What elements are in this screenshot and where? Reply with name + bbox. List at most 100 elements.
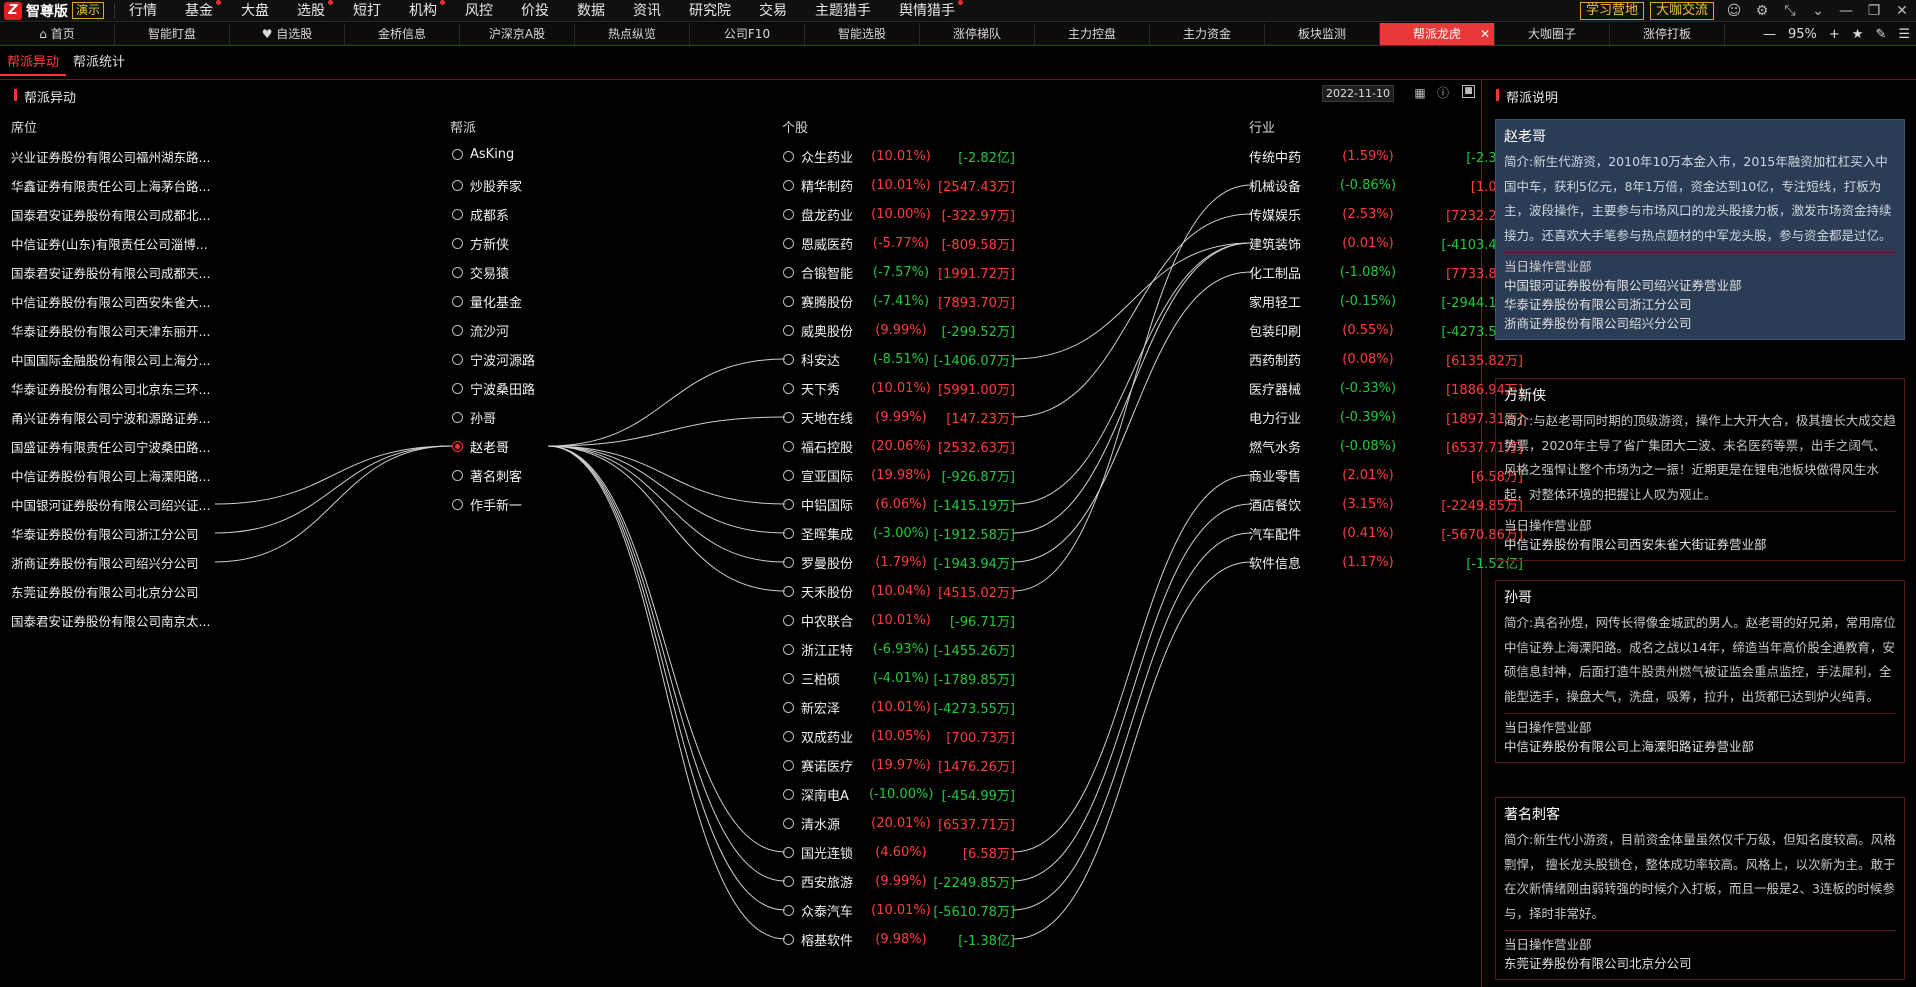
seat-item[interactable]: 中信证券股份有限公司上海溧阳路... bbox=[11, 466, 221, 485]
radio-icon[interactable] bbox=[783, 904, 794, 916]
radio-icon[interactable] bbox=[452, 354, 463, 365]
stock-item[interactable]: 天下秀 (10.01%) [5991.00万] bbox=[783, 379, 1015, 398]
menu-item[interactable]: 行情 bbox=[115, 3, 171, 19]
stock-item[interactable]: 恩威医药 (-5.77%) [-809.58万] bbox=[783, 234, 1015, 253]
radio-icon[interactable] bbox=[452, 412, 463, 423]
seat-item[interactable]: 甬兴证券有限公司宁波和源路证券... bbox=[11, 408, 221, 427]
industry-item[interactable]: 建筑装饰 (0.01%) [-4103.47万] bbox=[1249, 234, 1523, 253]
study-camp-button[interactable]: 学习营地 bbox=[1579, 2, 1644, 20]
radio-icon[interactable] bbox=[783, 614, 794, 626]
menu-item[interactable]: 价投 bbox=[507, 3, 563, 19]
date-picker[interactable]: 2022-11-10 bbox=[1322, 85, 1394, 102]
faction-item[interactable]: 方新侠 bbox=[452, 234, 509, 253]
tab-item[interactable]: 涨停梯队 bbox=[920, 23, 1035, 45]
industry-item[interactable]: 电力行业 (-0.39%) [1897.31万] bbox=[1249, 408, 1523, 427]
faction-item[interactable]: 流沙河 bbox=[452, 321, 509, 340]
edit-icon[interactable]: ✎ bbox=[1869, 27, 1892, 42]
stock-item[interactable]: 盘龙药业 (10.00%) [-322.97万] bbox=[783, 205, 1015, 224]
seat-item[interactable]: 中国银河证券股份有限公司绍兴证... bbox=[11, 495, 221, 514]
seat-item[interactable]: 浙商证券股份有限公司绍兴分公司 bbox=[11, 553, 221, 572]
tab-item[interactable]: 帮派龙虎 ✕ bbox=[1380, 23, 1495, 45]
radio-icon[interactable] bbox=[783, 846, 794, 858]
help-icon[interactable]: ⓘ bbox=[1435, 85, 1451, 101]
radio-icon[interactable] bbox=[783, 788, 794, 800]
industry-item[interactable]: 酒店餐饮 (3.15%) [-2249.85万] bbox=[1249, 495, 1523, 514]
radio-icon[interactable] bbox=[783, 469, 794, 481]
radio-icon[interactable] bbox=[783, 759, 794, 771]
stock-item[interactable]: 国光连锁 (4.60%) [6.58万] bbox=[783, 843, 1015, 862]
radio-icon[interactable] bbox=[452, 149, 463, 160]
stock-item[interactable]: 科安达 (-8.51%) [-1406.07万] bbox=[783, 350, 1015, 369]
tab-item[interactable]: 主力资金 bbox=[1150, 23, 1265, 45]
stock-item[interactable]: 西安旅游 (9.99%) [-2249.85万] bbox=[783, 872, 1015, 891]
radio-icon[interactable] bbox=[783, 875, 794, 887]
seat-item[interactable]: 东莞证券股份有限公司北京分公司 bbox=[11, 582, 221, 601]
menu-item[interactable]: 大盘 bbox=[227, 3, 283, 19]
stock-item[interactable]: 清水源 (20.01%) [6537.71万] bbox=[783, 814, 1015, 833]
menu-item[interactable]: 选股 bbox=[283, 0, 339, 19]
stock-item[interactable]: 赛腾股份 (-7.41%) [7893.70万] bbox=[783, 292, 1015, 311]
faction-item[interactable]: 孙哥 bbox=[452, 408, 496, 427]
radio-icon[interactable] bbox=[452, 383, 463, 394]
industry-item[interactable]: 商业零售 (2.01%) [6.58万] bbox=[1249, 466, 1523, 485]
tab-item[interactable]: 智能盯盘 bbox=[115, 23, 230, 45]
radio-icon[interactable] bbox=[783, 730, 794, 742]
stock-item[interactable]: 精华制药 (10.01%) [2547.43万] bbox=[783, 176, 1015, 195]
seat-item[interactable]: 华泰证券股份有限公司天津东丽开... bbox=[11, 321, 221, 340]
stock-item[interactable]: 福石控股 (20.06%) [2532.63万] bbox=[783, 437, 1015, 456]
radio-icon[interactable] bbox=[452, 470, 463, 481]
radio-icon[interactable] bbox=[783, 672, 794, 684]
stock-item[interactable]: 合锻智能 (-7.57%) [1991.72万] bbox=[783, 263, 1015, 282]
tab-close-icon[interactable]: ✕ bbox=[1480, 23, 1490, 45]
industry-item[interactable]: 燃气水务 (-0.08%) [6537.71万] bbox=[1249, 437, 1523, 456]
radio-icon[interactable] bbox=[783, 527, 794, 539]
settings-icon[interactable]: ⚙ bbox=[1748, 3, 1776, 19]
radio-icon[interactable] bbox=[452, 325, 463, 336]
menu-item[interactable]: 交易 bbox=[745, 3, 801, 19]
tab-item[interactable]: 金桥信息 bbox=[345, 23, 460, 45]
stock-item[interactable]: 榕基软件 (9.98%) [-1.38亿] bbox=[783, 930, 1015, 949]
radio-icon[interactable] bbox=[783, 643, 794, 655]
radio-icon[interactable] bbox=[783, 179, 794, 191]
stock-item[interactable]: 众生药业 (10.01%) [-2.82亿] bbox=[783, 147, 1015, 166]
faction-item[interactable]: 宁波桑田路 bbox=[452, 379, 535, 398]
radio-icon[interactable] bbox=[783, 382, 794, 394]
tab-item[interactable]: ♥ 自选股 bbox=[230, 23, 345, 45]
radio-icon[interactable] bbox=[783, 498, 794, 510]
calendar-icon[interactable]: ▦ bbox=[1412, 85, 1428, 101]
tab-item[interactable]: 智能选股 bbox=[805, 23, 920, 45]
star-icon[interactable]: ★ bbox=[1846, 27, 1870, 42]
faction-item[interactable]: 交易猿 bbox=[452, 263, 509, 282]
panel-toggle-icon[interactable]: ■ bbox=[1462, 85, 1475, 98]
stock-item[interactable]: 浙江正特 (-6.93%) [-1455.26万] bbox=[783, 640, 1015, 659]
radio-icon[interactable] bbox=[452, 441, 463, 452]
radio-icon[interactable] bbox=[783, 440, 794, 452]
industry-item[interactable]: 医疗器械 (-0.33%) [1886.94万] bbox=[1249, 379, 1523, 398]
stock-item[interactable]: 双成药业 (10.05%) [700.73万] bbox=[783, 727, 1015, 746]
faction-card[interactable]: 著名刺客 简介:新生代小游资，目前资金体量虽然仅千万级，但知名度较高。风格剽悍， … bbox=[1495, 797, 1905, 980]
faction-card[interactable]: 赵老哥 简介:新生代游资，2010年10万本金入市，2015年融资加杠杠买入中国中… bbox=[1495, 119, 1905, 340]
industry-item[interactable]: 传媒娱乐 (2.53%) [7232.21万] bbox=[1249, 205, 1523, 224]
industry-item[interactable]: 传统中药(1.59%)[-2.37亿] bbox=[1249, 147, 1523, 166]
radio-icon[interactable] bbox=[783, 237, 794, 249]
stock-item[interactable]: 三柏硕 (-4.01%) [-1789.85万] bbox=[783, 669, 1015, 688]
tab-item[interactable]: 涨停打板 bbox=[1610, 23, 1725, 45]
collapse-icon[interactable]: ⌄ bbox=[1804, 3, 1832, 19]
shrink-icon[interactable]: ⤡ bbox=[1776, 3, 1804, 19]
seat-item[interactable]: 国泰君安证券股份有限公司南京太... bbox=[11, 611, 221, 630]
seat-item[interactable]: 华泰证券股份有限公司浙江分公司 bbox=[11, 524, 221, 543]
seat-item[interactable]: 华泰证券股份有限公司北京东三环... bbox=[11, 379, 221, 398]
stock-item[interactable]: 宣亚国际 (19.98%) [-926.87万] bbox=[783, 466, 1015, 485]
seat-item[interactable]: 中国国际金融股份有限公司上海分... bbox=[11, 350, 221, 369]
radio-icon[interactable] bbox=[783, 353, 794, 365]
radio-icon[interactable] bbox=[452, 296, 463, 307]
tab-item[interactable]: 沪深京A股 bbox=[460, 23, 575, 45]
radio-icon[interactable] bbox=[783, 556, 794, 568]
radio-icon[interactable] bbox=[783, 411, 794, 423]
radio-icon[interactable] bbox=[452, 499, 463, 510]
radio-icon[interactable] bbox=[783, 150, 794, 162]
stock-item[interactable]: 天禾股份 (10.04%) [4515.02万] bbox=[783, 582, 1015, 601]
menu-item[interactable]: 基金 bbox=[171, 0, 227, 19]
industry-item[interactable]: 包装印刷 (0.55%) [-4273.55万] bbox=[1249, 321, 1523, 340]
expert-exchange-button[interactable]: 大咖交流 bbox=[1649, 2, 1714, 20]
